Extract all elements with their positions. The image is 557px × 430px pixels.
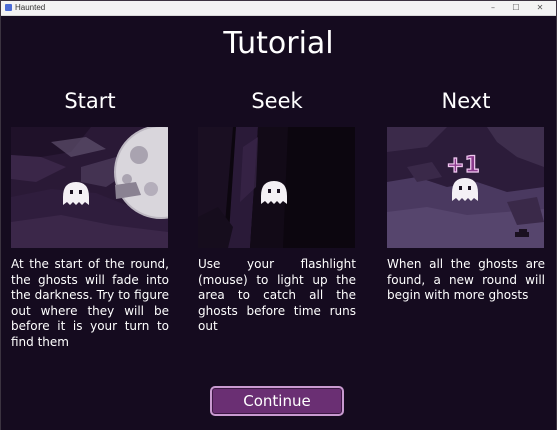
seek-description: Use your flashlight (mouse) to light up … xyxy=(198,257,356,334)
ghost-icon xyxy=(261,181,287,204)
window-title: Haunted xyxy=(15,3,46,12)
ghost-icon xyxy=(452,178,478,201)
flashlight-scene-image xyxy=(198,127,355,248)
start-title: Start xyxy=(64,89,116,113)
start-illustration xyxy=(11,127,168,248)
ghost-icon xyxy=(63,182,89,205)
tutorial-screen: Tutorial Start Seek Next +1 At the start… xyxy=(1,16,556,430)
next-illustration: +1 xyxy=(387,127,544,248)
maximize-button[interactable]: ☐ xyxy=(507,1,525,15)
minimize-button[interactable]: – xyxy=(484,1,502,15)
moon-scene-image xyxy=(11,127,168,248)
continue-button[interactable]: Continue xyxy=(210,386,344,416)
score-scene-image: +1 xyxy=(387,127,544,248)
seek-illustration xyxy=(198,127,355,248)
page-title: Tutorial xyxy=(223,26,334,61)
app-icon xyxy=(5,4,12,11)
next-title: Next xyxy=(441,89,491,113)
seek-title: Seek xyxy=(251,89,303,113)
next-description: When all the ghosts are found, a new rou… xyxy=(387,257,545,303)
title-bar[interactable]: Haunted – ☐ ✕ xyxy=(1,1,556,16)
close-button[interactable]: ✕ xyxy=(531,1,549,15)
score-popup: +1 xyxy=(446,153,480,178)
start-description: At the start of the round, the ghosts wi… xyxy=(11,257,169,349)
app-window: Haunted – ☐ ✕ Tutorial Start Seek Next +… xyxy=(0,0,557,430)
